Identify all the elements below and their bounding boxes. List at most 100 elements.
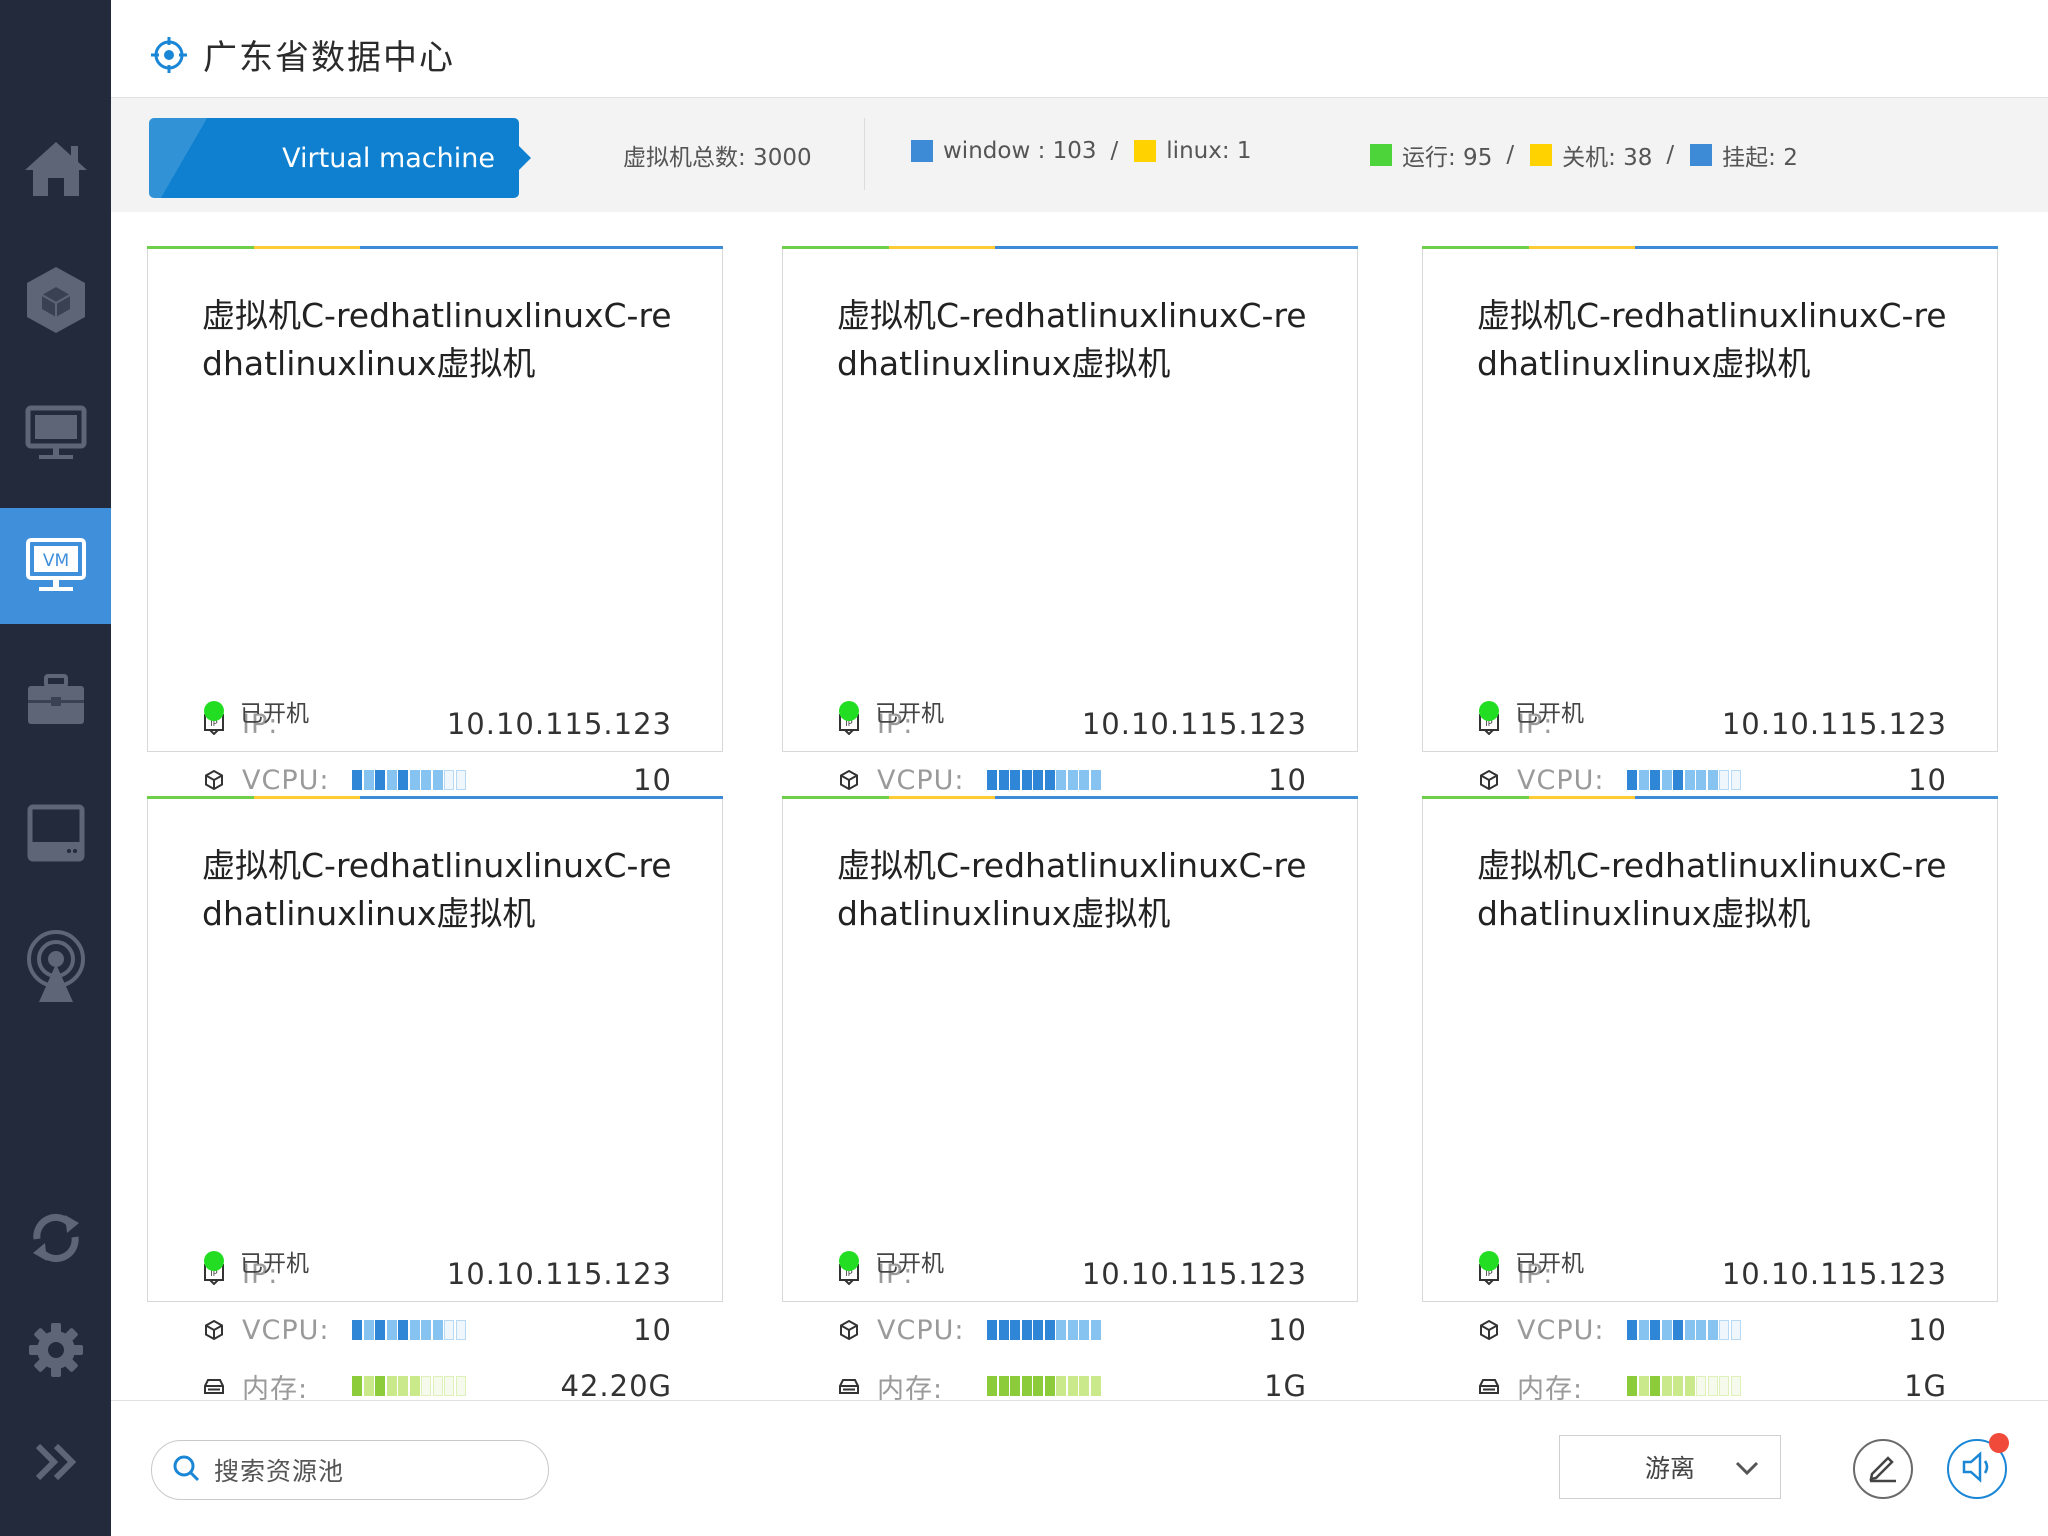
vcpu-bar-segment: [1684, 770, 1695, 790]
vm-name: 虚拟机C-redhatlinuxlinuxC-redhatlinuxlinux虚…: [1477, 846, 1947, 933]
sidebar-item-expand[interactable]: [0, 1404, 111, 1520]
vcpu-row: VCPU: 10: [837, 1312, 1307, 1348]
vm-card[interactable]: 虚拟机C-redhatlinuxlinuxC-redhatlinuxlinux虚…: [782, 246, 1358, 911]
os-stats: window : 103 / linux: 1: [911, 138, 1252, 164]
vcpu-bar-segment: [432, 770, 443, 790]
vcpu-bar-segment: [1079, 770, 1089, 790]
memory-value: 1G: [1904, 1369, 1947, 1403]
vcpu-bar-segment: [398, 770, 408, 790]
pencil-icon: [1866, 1450, 1900, 1488]
mem-bar-segment: [455, 1376, 466, 1396]
speaker-icon: [1960, 1450, 1994, 1488]
vm-card[interactable]: 虚拟机C-redhatlinuxlinuxC-redhatlinuxlinux虚…: [1422, 246, 1998, 911]
vcpu-value: 10: [633, 1313, 672, 1347]
vcpu-bar-segment: [409, 770, 420, 790]
vcpu-bar-segment: [1021, 770, 1032, 790]
mem-bar-segment: [998, 1376, 1009, 1396]
sidebar-item-home[interactable]: [0, 110, 111, 226]
status-text: 已开机: [240, 701, 309, 727]
vm-card[interactable]: 虚拟机C-redhatlinuxlinuxC-redhatlinuxlinux虚…: [1422, 796, 1998, 1461]
vcpu-bar-segment: [375, 1320, 385, 1340]
sidebar-item-desktop[interactable]: [0, 375, 111, 491]
vcpu-bar-segment: [386, 1320, 397, 1340]
vcpu-bar-segment: [1056, 1320, 1066, 1340]
mem-bar-segment: [1056, 1376, 1066, 1396]
vcpu-bar-segment: [398, 1320, 408, 1340]
mem-bar-segment: [432, 1376, 443, 1396]
memory-usage-bar: [352, 1376, 472, 1396]
memory-icon: [202, 1374, 226, 1398]
mem-bar-segment: [1067, 1376, 1078, 1396]
search-input[interactable]: 搜索资源池: [151, 1440, 549, 1500]
vcpu-usage-bar: [987, 1320, 1107, 1340]
edit-button[interactable]: [1853, 1439, 1913, 1499]
vcpu-bar-segment: [352, 1320, 362, 1340]
gear-icon: [28, 1322, 84, 1378]
status-dot: [839, 701, 859, 721]
vcpu-bar-segment: [455, 770, 466, 790]
vcpu-value: 10: [1908, 763, 1947, 797]
status-filter-select[interactable]: 游离: [1559, 1435, 1781, 1499]
double-chevron-right-icon: [34, 1440, 78, 1484]
vcpu-bar-segment: [1719, 770, 1729, 790]
vm-card[interactable]: 虚拟机C-redhatlinuxlinuxC-redhatlinuxlinux虚…: [782, 796, 1358, 1461]
refresh-icon: [27, 1209, 85, 1267]
mem-bar-segment: [444, 1376, 454, 1396]
mem-bar-segment: [987, 1376, 997, 1396]
status-text: 已开机: [240, 1251, 309, 1277]
mem-bar-segment: [1033, 1376, 1043, 1396]
briefcase-icon: [26, 674, 86, 726]
vm-card[interactable]: 虚拟机C-redhatlinuxlinuxC-redhatlinuxlinux虚…: [147, 246, 723, 911]
header: 广东省数据中心: [111, 0, 2048, 98]
card-accent-line: [147, 246, 723, 249]
tab-virtual-machine[interactable]: Virtual machine: [149, 118, 519, 198]
sidebar-item-refresh[interactable]: [0, 1180, 111, 1296]
tab-pointer: [519, 146, 531, 170]
sidebar-item-vm[interactable]: VM: [0, 508, 111, 624]
os-stat-linux: linux: 1: [1166, 138, 1252, 164]
separator: /: [1666, 142, 1675, 168]
vcpu-bar-segment: [1661, 770, 1672, 790]
vcpu-bar-segment: [1067, 770, 1078, 790]
vcpu-bar-segment: [1033, 1320, 1043, 1340]
legend-swatch: [1134, 140, 1157, 162]
vm-card[interactable]: 虚拟机C-redhatlinuxlinuxC-redhatlinuxlinux虚…: [147, 796, 723, 1461]
separator: /: [1110, 138, 1119, 164]
vcpu-row: VCPU: 10: [1477, 762, 1947, 798]
svg-text:VM: VM: [42, 551, 68, 571]
status-dot: [1479, 701, 1499, 721]
vcpu-bar-segment: [1730, 770, 1741, 790]
mem-bar-segment: [1010, 1376, 1020, 1396]
vcpu-label: VCPU:: [877, 1314, 965, 1346]
sidebar-item-resources[interactable]: [0, 242, 111, 358]
mem-bar-segment: [1627, 1376, 1637, 1396]
mem-bar-segment: [1638, 1376, 1649, 1396]
vcpu-bar-segment: [455, 1320, 466, 1340]
vcpu-bar-segment: [1673, 1320, 1683, 1340]
state-stat-shutdown: 关机: 38: [1562, 145, 1653, 171]
vcpu-label: VCPU:: [242, 764, 330, 796]
sidebar-item-network[interactable]: [0, 908, 111, 1024]
vcpu-bar-segment: [1730, 1320, 1741, 1340]
mem-bar-segment: [1696, 1376, 1706, 1396]
vcpu-bar-segment: [1067, 1320, 1078, 1340]
sidebar-item-storage[interactable]: [0, 775, 111, 891]
search-placeholder: 搜索资源池: [214, 1457, 345, 1486]
mem-bar-segment: [398, 1376, 408, 1396]
vcpu-bar-segment: [386, 770, 397, 790]
vcpu-bar-segment: [1090, 770, 1101, 790]
vm-name: 虚拟机C-redhatlinuxlinuxC-redhatlinuxlinux虚…: [837, 296, 1307, 383]
power-status: 已开机: [204, 1244, 309, 1278]
vcpu-value: 10: [1908, 1313, 1947, 1347]
sidebar-item-settings[interactable]: [0, 1292, 111, 1408]
ip-value: 10.10.115.123: [1081, 707, 1307, 741]
cpu-cube-icon: [1477, 1318, 1501, 1342]
vcpu-bar-segment: [1684, 1320, 1695, 1340]
vcpu-usage-bar: [1627, 770, 1747, 790]
vcpu-bar-segment: [421, 1320, 431, 1340]
sidebar-item-business[interactable]: [0, 642, 111, 758]
status-text: 已开机: [1515, 701, 1584, 727]
status-dot: [204, 1251, 224, 1271]
vcpu-bar-segment: [1627, 770, 1637, 790]
state-stat-running: 运行: 95: [1402, 145, 1493, 171]
